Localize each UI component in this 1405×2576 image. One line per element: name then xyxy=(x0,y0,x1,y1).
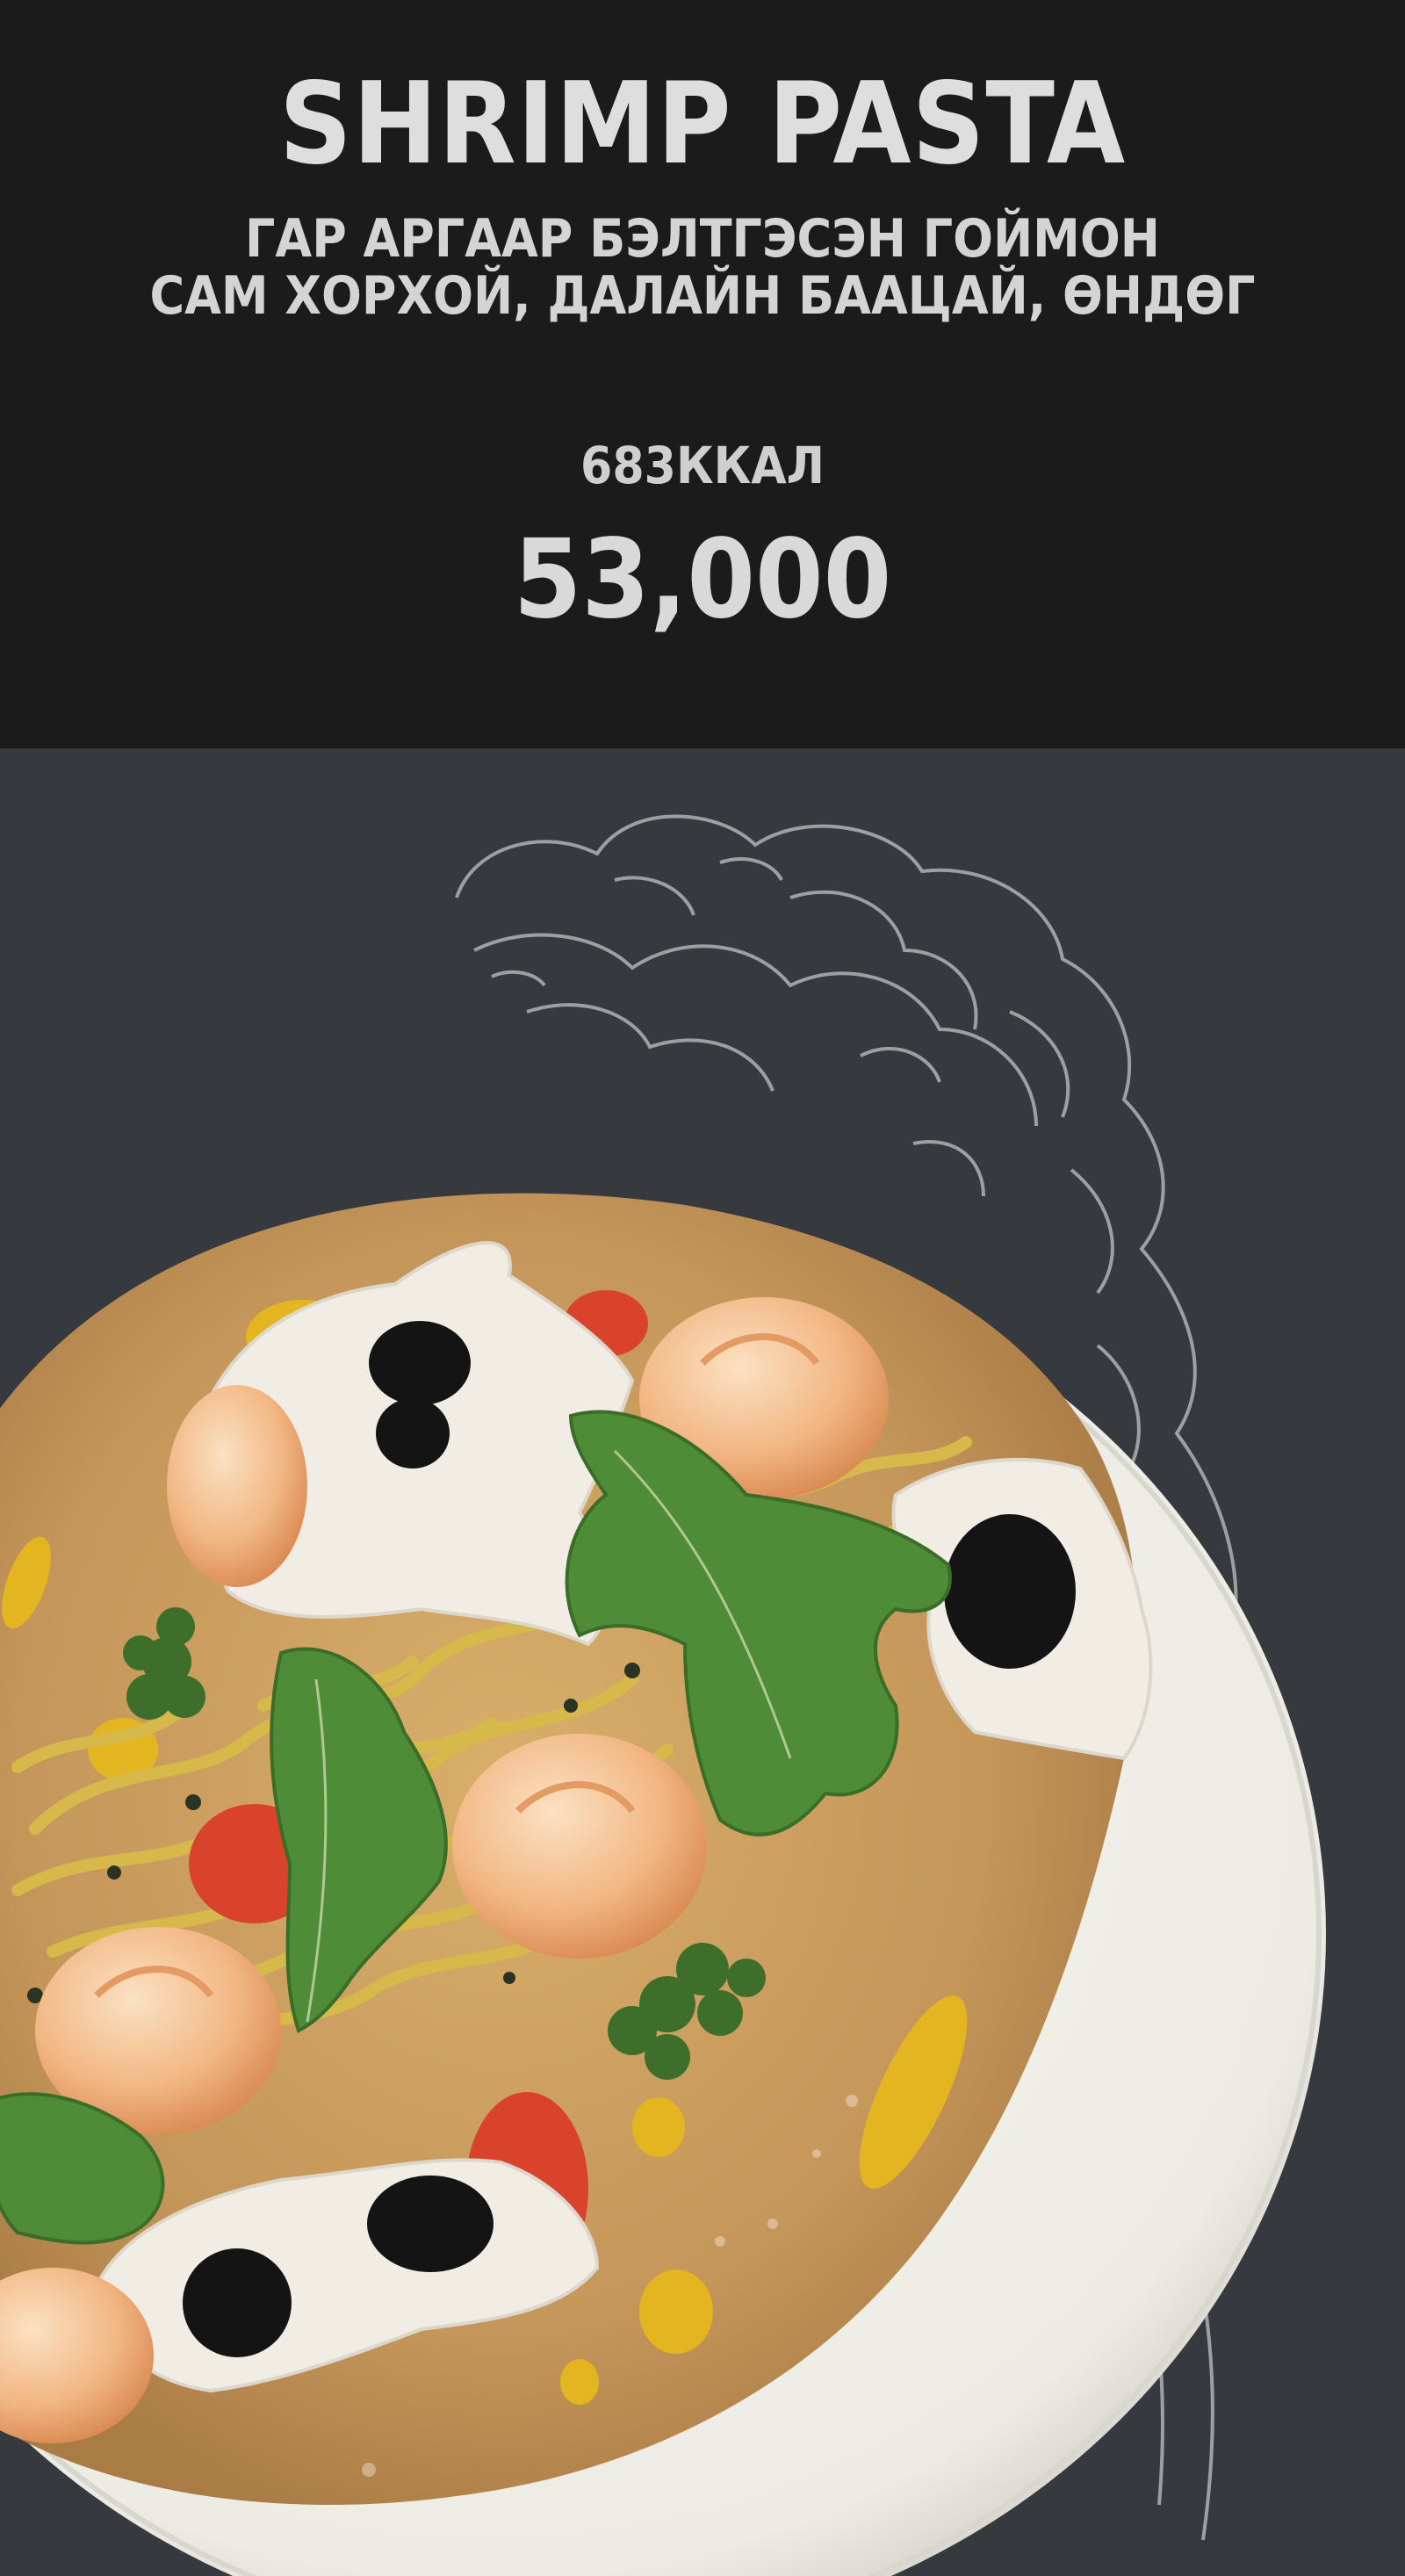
dish-description-line-1: ГАР АРГААР БЭЛТГЭСЭН ГОЙМОН xyxy=(245,208,1160,270)
dish-description-line-2: САМ ХОРХОЙ, ДАЛАЙН БААЦАЙ, ӨНДӨГ xyxy=(149,265,1256,327)
dish-price: 53,000 xyxy=(513,516,892,643)
dish-title: SHRIMP PASTA xyxy=(278,59,1127,190)
dish-photo xyxy=(0,748,1405,2576)
dish-illustration xyxy=(0,814,1326,2576)
menu-header: SHRIMP PASTA ГАР АРГААР БЭЛТГЭСЭН ГОЙМОН… xyxy=(0,0,1405,748)
dish-calories: 683ККАЛ xyxy=(580,436,825,495)
